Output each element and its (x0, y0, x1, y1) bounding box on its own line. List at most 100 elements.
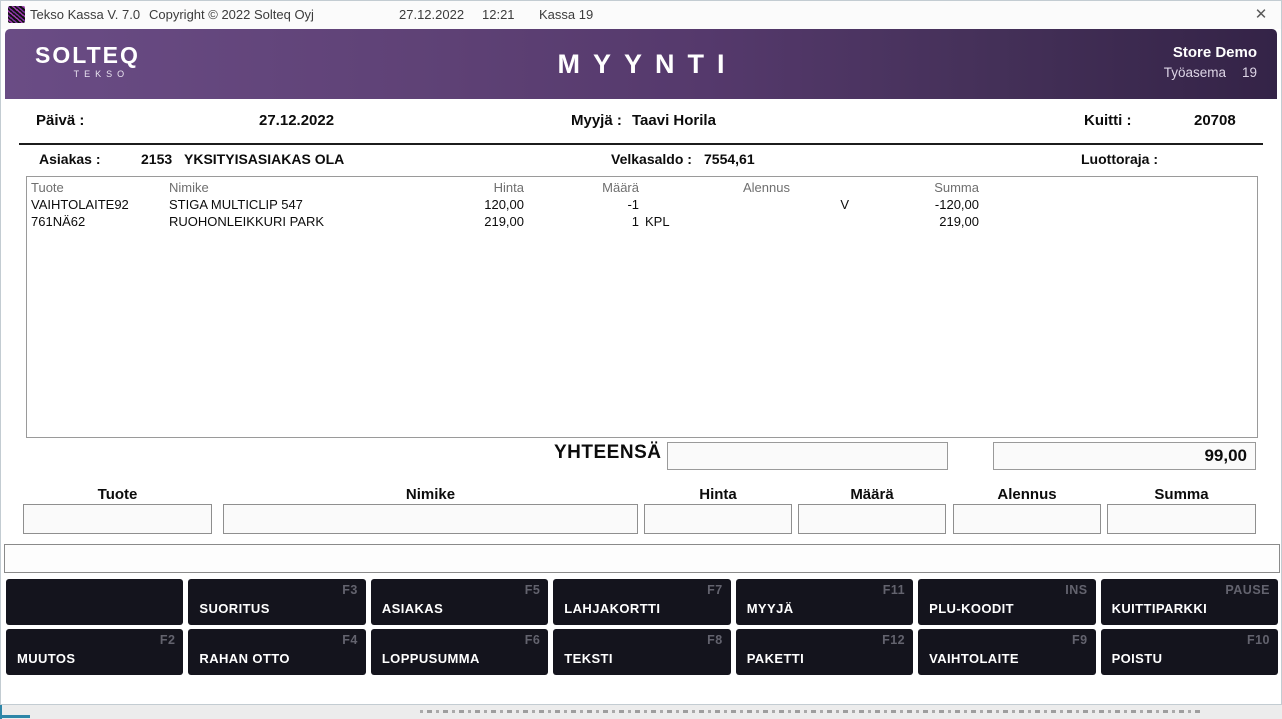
table-row[interactable]: VAIHTOLAITE92 STIGA MULTICLIP 547 120,00… (27, 196, 1257, 213)
entry-label-alennus: Alennus (953, 486, 1101, 503)
seller-label: Myyjä : (571, 112, 622, 129)
close-icon[interactable]: ✕ (1251, 5, 1271, 25)
fn-button-muutos[interactable]: F2 MUUTOS (6, 629, 183, 675)
bottom-strip (0, 705, 1282, 719)
cell-hinta: 219,00 (394, 213, 524, 230)
sale-lines-table: Tuote Nimike Hinta Määrä Alennus Summa V… (26, 176, 1258, 438)
cell-maara: -1 (524, 196, 639, 213)
fn-button-teksti[interactable]: F8 TEKSTI (553, 629, 730, 675)
alennus-input[interactable] (953, 504, 1101, 534)
fn-button-paketti[interactable]: F12 PAKETTI (736, 629, 913, 675)
fn-label: PAKETTI (747, 651, 804, 666)
fn-label: LAHJAKORTTI (564, 601, 660, 616)
message-bar[interactable] (4, 544, 1280, 573)
entry-label-maara: Määrä (798, 486, 946, 503)
table-row[interactable]: 761NÄ62 RUOHONLEIKKURI PARK 219,00 1 KPL… (27, 213, 1257, 230)
fn-label: ASIAKAS (382, 601, 443, 616)
fn-key: F10 (1247, 633, 1270, 647)
workstation-label: Työasema (1164, 65, 1226, 80)
credit-label: Luottoraja : (1081, 151, 1158, 167)
fn-label: KUITTIPARKKI (1112, 601, 1208, 616)
summa-input[interactable] (1107, 504, 1256, 534)
entry-label-hinta: Hinta (644, 486, 792, 503)
window-title: Tekso Kassa V. 7.0 (30, 7, 140, 22)
table-header-row: Tuote Nimike Hinta Määrä Alennus Summa (27, 177, 1257, 196)
fn-button-kuittiparkki[interactable]: PAUSE KUITTIPARKKI (1101, 579, 1278, 625)
fn-key: F8 (707, 633, 723, 647)
receipt-value: 20708 (1194, 112, 1236, 129)
fn-key: F12 (882, 633, 905, 647)
fn-key: F11 (883, 583, 905, 597)
column-header-nimike: Nimike (169, 179, 394, 196)
copyright-text: Copyright © 2022 Solteq Oyj (149, 7, 314, 22)
column-header-filler (979, 179, 1253, 196)
debt-value: 7554,61 (704, 151, 755, 167)
cell-filler (979, 196, 1253, 213)
seller-value: Taavi Horila (632, 112, 716, 129)
fn-key: INS (1065, 583, 1087, 597)
fn-label: POISTU (1112, 651, 1163, 666)
cell-nimike: STIGA MULTICLIP 547 (169, 196, 394, 213)
fn-key: F5 (525, 583, 541, 597)
cell-nimike: RUOHONLEIKKURI PARK (169, 213, 394, 230)
fn-label: PLU-KOODIT (929, 601, 1014, 616)
workstation-line: Työasema19 (1164, 65, 1257, 80)
cell-maara: 1 (524, 213, 639, 230)
titlebar: Tekso Kassa V. 7.0 Copyright © 2022 Solt… (1, 1, 1281, 29)
fn-key: F2 (160, 633, 176, 647)
nimike-input[interactable] (223, 504, 638, 534)
titlebar-register: Kassa 19 (539, 7, 593, 22)
fn-button-rahan-otto[interactable]: F4 RAHAN OTTO (188, 629, 365, 675)
cell-filler (979, 213, 1253, 230)
fn-button-lahjakortti[interactable]: F7 LAHJAKORTTI (553, 579, 730, 625)
clipped-background-text (420, 710, 1200, 713)
fn-button-plu-koodit[interactable]: INS PLU-KOODIT (918, 579, 1095, 625)
cell-summa: 219,00 (849, 213, 979, 230)
cell-unit: KPL (639, 213, 684, 230)
column-header-tuote: Tuote (31, 179, 169, 196)
app-window: Tekso Kassa V. 7.0 Copyright © 2022 Solt… (0, 0, 1282, 705)
titlebar-date: 27.12.2022 (399, 7, 464, 22)
date-value: 27.12.2022 (259, 112, 334, 129)
hinta-input[interactable] (644, 504, 792, 534)
customer-name: YKSITYISASIAKAS OLA (184, 151, 344, 167)
fn-key: F9 (1072, 633, 1088, 647)
fn-button-asiakas[interactable]: F5 ASIAKAS (371, 579, 548, 625)
store-name: Store Demo (1164, 43, 1257, 63)
fn-key: F7 (707, 583, 723, 597)
fn-button-blank[interactable] (6, 579, 183, 625)
fn-button-loppusumma[interactable]: F6 LOPPUSUMMA (371, 629, 548, 675)
fn-label: MUUTOS (17, 651, 76, 666)
store-block: Store Demo Työasema19 (1164, 43, 1257, 80)
column-header-alennus: Alennus (684, 179, 849, 196)
fn-key: F3 (342, 583, 358, 597)
fn-label: RAHAN OTTO (199, 651, 289, 666)
fn-button-vaihtolaite[interactable]: F9 VAIHTOLAITE (918, 629, 1095, 675)
debt-label: Velkasaldo : (611, 151, 692, 167)
column-header-hinta: Hinta (394, 179, 524, 196)
fn-button-poistu[interactable]: F10 POISTU (1101, 629, 1278, 675)
window-corner-accent (0, 715, 30, 718)
fn-label: VAIHTOLAITE (929, 651, 1019, 666)
date-label: Päivä : (36, 112, 84, 129)
entry-label-summa: Summa (1107, 486, 1256, 503)
app-icon (8, 6, 25, 23)
fn-button-myyja[interactable]: F11 MYYJÄ (736, 579, 913, 625)
fn-key: PAUSE (1225, 583, 1270, 597)
customer-label: Asiakas : (39, 151, 100, 167)
fn-button-suoritus[interactable]: F3 SUORITUS (188, 579, 365, 625)
main-content: Päivä : 27.12.2022 Myyjä : Taavi Horila … (1, 99, 1281, 705)
cell-summa: -120,00 (849, 196, 979, 213)
tuote-input[interactable] (23, 504, 212, 534)
fn-label: TEKSTI (564, 651, 613, 666)
cell-flag: V (684, 196, 849, 213)
info-divider (19, 143, 1263, 145)
cell-hinta: 120,00 (394, 196, 524, 213)
entry-label-nimike: Nimike (223, 486, 638, 503)
fn-label: LOPPUSUMMA (382, 651, 480, 666)
customer-number: 2153 (141, 151, 172, 167)
receipt-label: Kuitti : (1084, 112, 1131, 129)
maara-input[interactable] (798, 504, 946, 534)
column-header-maara: Määrä (524, 179, 639, 196)
fn-label: SUORITUS (199, 601, 269, 616)
